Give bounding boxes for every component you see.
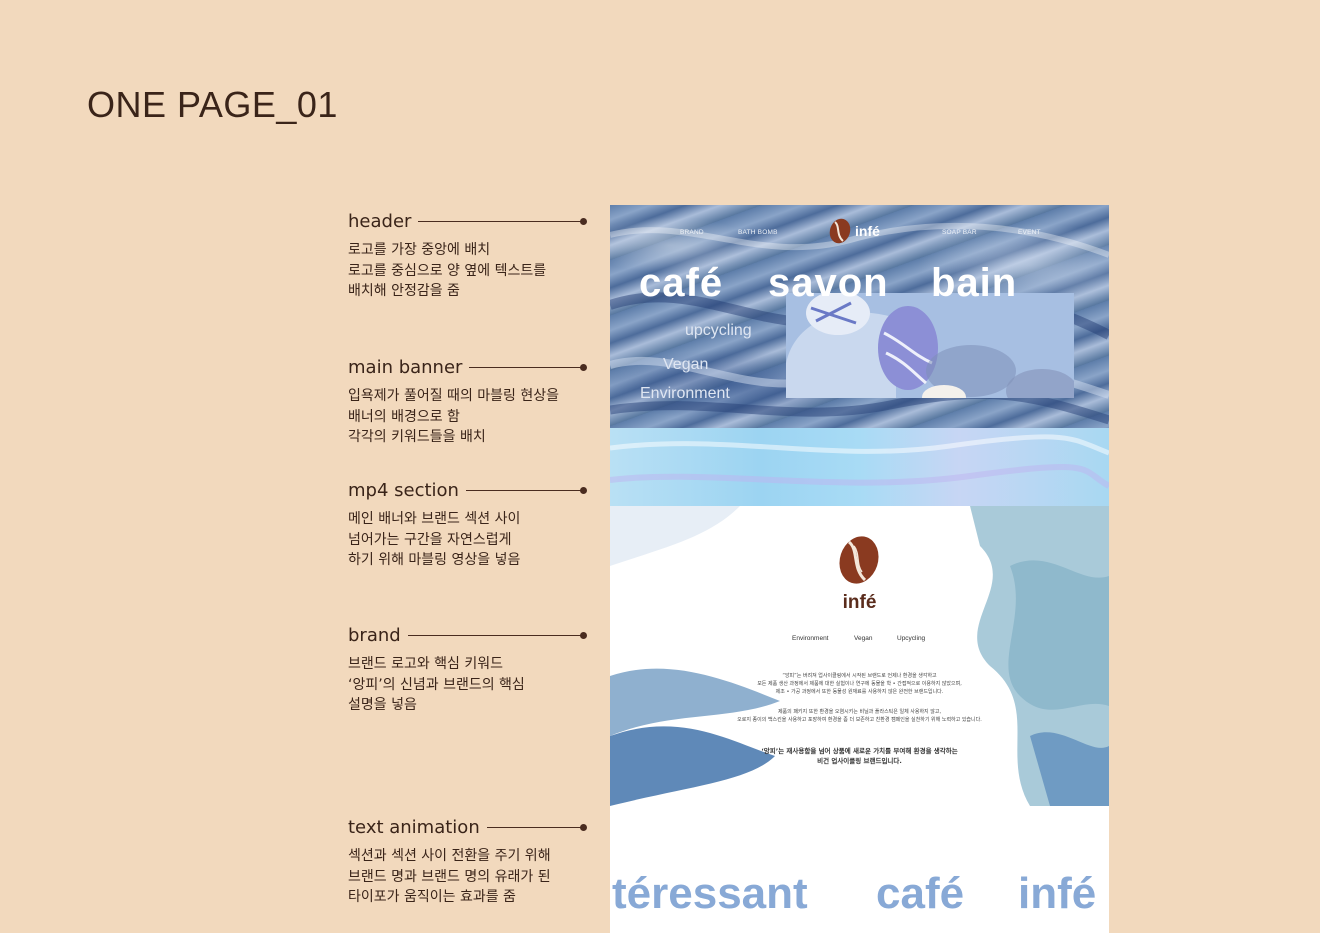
- paragraph-line: “앙피”는 버려져 업사이클링에서 시작된 브랜드로 언제나 환경을 생각하고: [782, 673, 937, 679]
- connector-line: [418, 217, 587, 225]
- connector-dot: [580, 363, 587, 371]
- connector-dot: [580, 217, 587, 225]
- hero-word-bain: bain: [931, 261, 1018, 305]
- mp4-marbling-video: [610, 428, 1109, 506]
- connector-line: [486, 823, 587, 831]
- annotation-description: 로고를 가장 중앙에 배치 로고를 중심으로 양 옆에 텍스트를 배치해 안정감…: [348, 240, 584, 302]
- description-line: 메인 배너와 브랜드 섹션 사이: [348, 511, 521, 527]
- annotation-text-animation: text animation 섹션과 섹션 사이 전환을 주기 위해 브랜드 명…: [348, 816, 587, 908]
- paragraph-line: 제품의 패키지 또한 환경을 오염시키는 비닐과 플라스틱은 일체 사용하지 않…: [777, 709, 942, 715]
- brand-paragraph-1: “앙피”는 버려져 업사이클링에서 시작된 브랜드로 언제나 환경을 생각하고 …: [610, 672, 1109, 696]
- annotation-title: text animation: [348, 816, 480, 838]
- text-animation-section: téressant café infé: [610, 806, 1109, 933]
- annotation-header: header 로고를 가장 중앙에 배치 로고를 중심으로 양 옆에 텍스트를 …: [348, 210, 587, 302]
- description-line: 입욕제가 풀어질 때의 마블링 현상을: [348, 388, 559, 404]
- keyword-upcycling: upcycling: [685, 322, 752, 339]
- connector-line: [465, 486, 587, 494]
- page-title: ONE PAGE_01: [87, 84, 338, 125]
- description-line: 넘어가는 구간을 자연스럽게: [348, 531, 512, 548]
- paragraph-line: 오로지 종이의 백스킨을 사용하고 포장하여 환경을 좀 더 보존하고 친환경 …: [737, 717, 982, 723]
- description-line: 브랜드 로고와 핵심 키워드: [348, 656, 504, 672]
- annotation-title: header: [348, 210, 412, 232]
- coffee-bean-icon: [829, 218, 851, 244]
- connector-dot: [580, 486, 587, 494]
- marble-video-frame: [610, 434, 1109, 489]
- annotation-description: 섹션과 섹션 사이 전환을 주기 위해 브랜드 명과 브랜드 명의 유래가 된 …: [348, 846, 584, 908]
- description-line: 로고를 가장 중앙에 배치: [348, 242, 491, 258]
- annotation-main-banner: main banner 입욕제가 풀어질 때의 마블링 현상을 배너의 배경으로…: [348, 356, 587, 448]
- brand-keyword-environment: Environment: [792, 635, 829, 642]
- soap-bars-image: [786, 293, 1074, 398]
- description-line: 배치해 안정감을 줌: [348, 283, 460, 299]
- connector-dot: [580, 823, 587, 831]
- description-line: 로고를 중심으로 양 옆에 텍스트를: [348, 262, 547, 279]
- typo-word-cafe: café: [876, 869, 965, 918]
- keyword-environment: Environment: [640, 385, 730, 402]
- description-line: 각각의 키워드들을 배치: [348, 429, 486, 445]
- annotation-description: 메인 배너와 브랜드 섹션 사이 넘어가는 구간을 자연스럽게 하기 위해 마블…: [348, 509, 584, 571]
- typo-word-infe: infé: [1018, 869, 1097, 918]
- soap-product-photo: [786, 293, 1074, 398]
- brand-keyword-vegan: Vegan: [854, 635, 873, 642]
- main-banner: BRAND BATH BOMB SOAP BAR EVENT infé café…: [610, 205, 1109, 428]
- brand-slogan: ‘앙피’는 재사용함을 넘어 상품에 새로운 가치를 부여해 환경을 생각하는 …: [610, 746, 1109, 766]
- website-mockup: BRAND BATH BOMB SOAP BAR EVENT infé café…: [610, 205, 1109, 933]
- keyword-vegan: Vegan: [663, 356, 709, 373]
- brand-paragraph-2: 제품의 패키지 또한 환경을 오염시키는 비닐과 플라스틱은 일체 사용하지 않…: [610, 708, 1109, 724]
- description-line: 배너의 배경으로 함: [348, 408, 460, 425]
- annotation-mp4-section: mp4 section 메인 배너와 브랜드 섹션 사이 넘어가는 구간을 자연…: [348, 479, 587, 571]
- annotation-title: main banner: [348, 356, 463, 378]
- annotation-description: 브랜드 로고와 핵심 키워드 ‘앙피’의 신념과 브랜드의 핵심 설명을 넣음: [348, 654, 584, 716]
- description-line: 섹션과 섹션 사이 전환을 주기 위해: [348, 848, 551, 864]
- typo-word-teressant: téressant: [612, 869, 808, 918]
- description-line: ‘앙피’의 신념과 브랜드의 핵심: [348, 676, 525, 693]
- header-logo[interactable]: infé: [827, 217, 880, 245]
- paragraph-line: 모든 제품 생산 과정에서 제품에 대한 실험이나 연구에 동물을 학 • 간접…: [757, 681, 962, 687]
- description-line: 하기 위해 마블링 영상을 넣음: [348, 552, 521, 568]
- annotation-brand: brand 브랜드 로고와 핵심 키워드 ‘앙피’의 신념과 브랜드의 핵심 설…: [348, 624, 587, 716]
- nav-item-bath-bomb[interactable]: BATH BOMB: [738, 229, 778, 236]
- hero-word-savon: savon: [768, 261, 889, 305]
- hero-word-cafe: café: [639, 261, 724, 305]
- paragraph-line: 제조 • 가공 과정에서 또한 동물성 원재료를 사용하지 않은 완전한 브랜드…: [775, 689, 944, 695]
- brand-keyword-upcycling: Upcycling: [897, 635, 926, 642]
- nav-item-brand[interactable]: BRAND: [680, 229, 704, 236]
- brand-coffee-bean-icon: [839, 536, 879, 584]
- brand-name: infé: [842, 592, 877, 613]
- connector-line: [407, 631, 587, 639]
- slogan-line: ‘앙피’는 재사용함을 넘어 상품에 새로운 가치를 부여해 환경을 생각하는: [761, 747, 958, 755]
- annotation-description: 입욕제가 풀어질 때의 마블링 현상을 배너의 배경으로 함 각각의 키워드들을…: [348, 386, 584, 448]
- connector-line: [469, 363, 587, 371]
- nav-item-event[interactable]: EVENT: [1018, 229, 1041, 236]
- description-line: 타이포가 움직이는 효과를 줌: [348, 889, 516, 905]
- slogan-line: 비건 업사이클링 브랜드입니다.: [817, 757, 902, 765]
- description-line: 브랜드 명과 브랜드 명의 유래가 된: [348, 868, 551, 885]
- description-line: 설명을 넣음: [348, 697, 417, 713]
- annotation-title: mp4 section: [348, 479, 459, 501]
- brand-keywords: Environment Vegan Upcycling: [610, 635, 1109, 645]
- logo-text: infé: [855, 223, 880, 239]
- annotation-title: brand: [348, 624, 401, 646]
- brand-section: infé Environment Vegan Upcycling “앙피”는 버…: [610, 506, 1109, 806]
- connector-dot: [580, 631, 587, 639]
- nav-item-soap-bar[interactable]: SOAP BAR: [942, 229, 977, 236]
